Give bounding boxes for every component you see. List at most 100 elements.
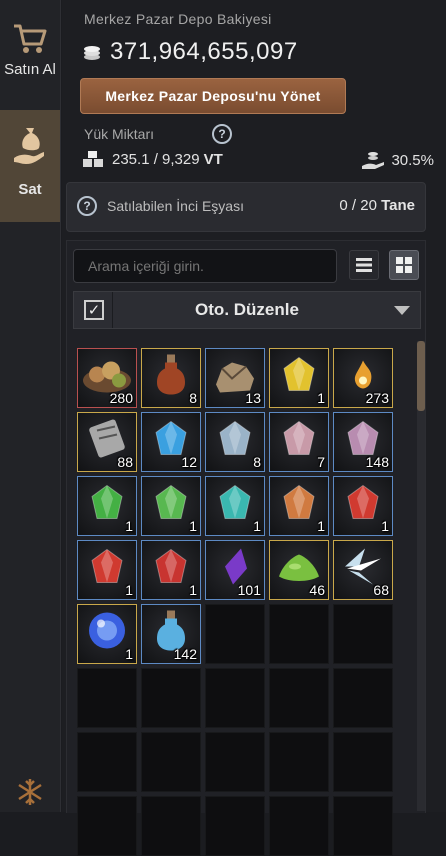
sell-tab[interactable]: Sat [0,110,60,222]
empty-slot[interactable] [333,604,393,664]
sell-tab-label: Sat [18,181,42,198]
item-quantity: 7 [317,454,325,470]
item-quantity: 46 [309,582,325,598]
inventory-item-slot[interactable]: 273 [333,348,393,408]
orange-crystal-icon [279,482,319,527]
pearl-items-unit: Tane [381,197,415,214]
weight-percent: 30.5% [391,151,434,169]
cart-icon [14,24,47,53]
grid-view-button[interactable] [389,250,419,280]
item-quantity: 148 [365,454,389,470]
red-crystal-icon [151,546,191,591]
buy-tab[interactable]: Satın Al [0,12,60,102]
empty-slot[interactable] [77,668,137,728]
inventory-item-slot[interactable]: 101 [205,540,265,600]
elixir-bottle-icon [153,352,189,401]
auto-sort-bar: ✓ Oto. Düzenle [73,291,421,329]
item-quantity: 273 [365,390,389,406]
weight-value: 235.1 / 9,329 [112,150,200,168]
sort-divider [112,292,113,328]
empty-slot[interactable] [77,732,137,792]
item-quantity: 101 [237,582,261,598]
empty-slot[interactable] [205,796,265,856]
empty-slot[interactable] [333,732,393,792]
silver-coins-icon [84,46,100,60]
item-quantity: 12 [181,454,197,470]
inventory-panel: ✓ Oto. Düzenle 280 8 13 1 273 88 12 8 7 148 1 1 1 1 1 1… [66,240,426,856]
inventory-item-slot[interactable]: 88 [77,412,137,472]
auto-sort-checkbox[interactable]: ✓ [84,300,104,320]
inventory-item-slot[interactable]: 7 [269,412,329,472]
cyan-crystal-icon [215,482,255,527]
inventory-item-slot[interactable]: 1 [77,476,137,536]
empty-slot[interactable] [77,796,137,856]
inventory-item-slot[interactable]: 1 [269,348,329,408]
weight-unit: VT [203,150,223,168]
weight-percent-row: 30.5% [361,150,434,170]
inventory-item-slot[interactable]: 1 [77,540,137,600]
inventory-item-slot[interactable]: 142 [141,604,201,664]
pearl-help-icon[interactable]: ? [77,196,97,216]
item-quantity: 1 [125,518,133,534]
empty-slot[interactable] [141,796,201,856]
violet-crystal-icon [279,418,319,463]
item-quantity: 68 [373,582,389,598]
empty-slot[interactable] [269,796,329,856]
sidebar: Satın Al Sat [0,0,61,812]
empty-slot[interactable] [205,604,265,664]
empty-slot[interactable] [141,668,201,728]
inventory-item-slot[interactable]: 1 [333,476,393,536]
storage-balance-title: Merkez Pazar Depo Bakiyesi [84,11,272,27]
inventory-grid: 280 8 13 1 273 88 12 8 7 148 1 1 1 1 1 1 1 101 46 68 1 142 [77,348,393,856]
item-quantity: 1 [189,582,197,598]
item-quantity: 1 [253,518,261,534]
weight-label: Yük Miktarı [84,126,155,142]
weight-blocks-icon [83,151,103,167]
red-crystal-icon [87,546,127,591]
inventory-item-slot[interactable]: 280 [77,348,137,408]
search-input[interactable] [73,249,337,283]
item-quantity: 1 [317,518,325,534]
list-view-icon [356,258,372,272]
inventory-item-slot[interactable]: 1 [141,476,201,536]
storage-balance: 371,964,655,097 [82,38,298,66]
inventory-item-slot[interactable]: 13 [205,348,265,408]
empty-slot[interactable] [269,604,329,664]
list-view-button[interactable] [349,250,379,280]
empty-slot[interactable] [333,668,393,728]
auto-sort-label[interactable]: Oto. Düzenle [114,300,380,320]
violet-crystal-icon [215,418,255,463]
green-crystal-icon [151,482,191,527]
empty-slot[interactable] [269,668,329,728]
gold-crystal-icon [279,354,319,399]
chevron-down-icon[interactable] [394,306,410,315]
inventory-item-slot[interactable]: 68 [333,540,393,600]
item-quantity: 280 [109,390,133,406]
item-quantity: 142 [173,646,197,662]
empty-slot[interactable] [269,732,329,792]
scrollbar-thumb[interactable] [417,341,425,411]
empty-slot[interactable] [333,796,393,856]
inventory-item-slot[interactable]: 12 [141,412,201,472]
weight-help-icon[interactable]: ? [212,124,232,144]
item-quantity: 8 [253,454,261,470]
item-quantity: 1 [317,390,325,406]
empty-slot[interactable] [141,732,201,792]
inventory-item-slot[interactable]: 8 [205,412,265,472]
central-market-panel: Merkez Pazar Depo Bakiyesi 371,964,655,0… [62,0,446,856]
inventory-item-slot[interactable]: 1 [269,476,329,536]
inventory-item-slot[interactable]: 1 [141,540,201,600]
item-quantity: 1 [125,646,133,662]
inventory-item-slot[interactable]: 8 [141,348,201,408]
pearl-items-box: ? Satılabilen İnci Eşyası 0 / 20 Tane [66,182,426,232]
item-quantity: 1 [125,582,133,598]
inventory-scrollbar[interactable] [417,341,425,811]
manage-storage-button[interactable]: Merkez Pazar Deposu'nu Yönet [80,78,346,114]
empty-slot[interactable] [205,732,265,792]
inventory-item-slot[interactable]: 148 [333,412,393,472]
inventory-item-slot[interactable]: 1 [77,604,137,664]
empty-slot[interactable] [205,668,265,728]
blue-orb-icon [85,608,129,657]
inventory-item-slot[interactable]: 46 [269,540,329,600]
inventory-item-slot[interactable]: 1 [205,476,265,536]
